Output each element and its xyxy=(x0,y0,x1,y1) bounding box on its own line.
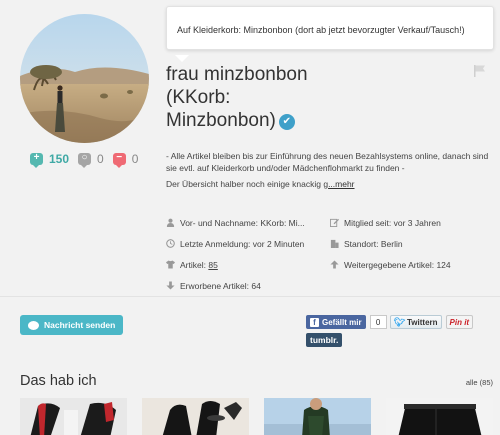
item-thumbnail[interactable] xyxy=(142,398,249,435)
circle-icon: ○ xyxy=(78,152,92,168)
feedback-stats: + 150 ○ 0 − 0 xyxy=(30,152,147,168)
info-articles: Artikel: 85 xyxy=(166,260,330,270)
info-fullname: Vor- und Nachname: KKorb: Mi... xyxy=(166,218,330,228)
positive-count: 150 xyxy=(49,152,70,166)
info-last-login: Letzte Anmeldung: vor 2 Minuten xyxy=(166,239,330,249)
item-thumbnail[interactable] xyxy=(264,398,371,435)
bio-paragraph: - Alle Artikel bleiben bis zur Einführun… xyxy=(166,151,489,173)
edit-icon xyxy=(330,218,339,227)
facebook-icon: f xyxy=(310,317,319,327)
tooltip: Auf Kleiderkorb: Minzbonbon (dort ab jet… xyxy=(166,6,494,62)
share-buttons: f Gefällt mir 0 🐦︎ Twittern Pin it xyxy=(306,315,474,329)
twitter-button[interactable]: 🐦︎ Twittern xyxy=(389,315,442,329)
item-thumbnails xyxy=(20,398,500,435)
pinterest-button[interactable]: Pin it xyxy=(445,315,474,329)
info-acquired: Erworbene Artikel: 64 xyxy=(166,281,330,291)
positive-feedback[interactable]: + 150 xyxy=(30,152,70,168)
minus-icon: − xyxy=(112,152,126,168)
neutral-count: 0 xyxy=(97,152,104,166)
info-location: Standort: Berlin xyxy=(330,239,494,249)
avatar[interactable] xyxy=(20,14,149,143)
building-icon xyxy=(330,239,339,248)
twitter-bird-icon: 🐦︎ xyxy=(393,316,406,327)
arrow-up-icon xyxy=(330,260,339,269)
negative-count: 0 xyxy=(131,152,139,166)
bio-paragraph-truncated: Der Übersicht halber noch einige knackig… xyxy=(166,179,355,189)
articles-count-link[interactable]: 85 xyxy=(208,260,217,270)
send-message-button[interactable]: Nachricht senden xyxy=(20,315,123,335)
profile-name: frau minzbonbon (KKorb: Minzbonbon) ✔ xyxy=(166,63,326,132)
person-icon xyxy=(166,218,175,227)
tumblr-button[interactable]: tumblr. xyxy=(306,333,343,347)
tooltip-arrow xyxy=(175,55,189,62)
negative-feedback[interactable]: − 0 xyxy=(112,152,139,168)
divider xyxy=(0,296,500,297)
item-thumbnail[interactable] xyxy=(20,398,127,435)
clock-icon xyxy=(166,239,175,248)
speech-bubble-icon xyxy=(28,320,39,330)
neutral-feedback[interactable]: ○ 0 xyxy=(78,152,104,168)
facebook-like-button[interactable]: f Gefällt mir xyxy=(306,315,366,329)
plus-icon: + xyxy=(30,152,43,168)
profile-info: Vor- und Nachname: KKorb: Mi... Mitglied… xyxy=(166,212,496,296)
facebook-like-count: 0 xyxy=(369,315,387,329)
send-message-label: Nachricht senden xyxy=(44,320,116,330)
tooltip-text: Auf Kleiderkorb: Minzbonbon (dort ab jet… xyxy=(177,25,465,35)
info-member-since: Mitglied seit: vor 3 Jahren xyxy=(330,218,494,228)
info-passed-on: Weitergegebene Artikel: 124 xyxy=(330,260,494,270)
item-thumbnail[interactable] xyxy=(386,398,493,435)
arrow-down-icon xyxy=(166,281,175,290)
check-badge-icon: ✔ xyxy=(278,114,295,130)
shirt-icon xyxy=(166,260,175,269)
section-title: Das hab ich xyxy=(20,373,97,389)
avatar-photo xyxy=(20,14,149,143)
flag-icon[interactable] xyxy=(473,64,487,82)
profile-bio: - Alle Artikel bleiben bis zur Einführun… xyxy=(166,151,494,196)
all-items-link[interactable]: alle (85) xyxy=(466,378,493,387)
more-link[interactable]: ...mehr xyxy=(328,179,354,189)
